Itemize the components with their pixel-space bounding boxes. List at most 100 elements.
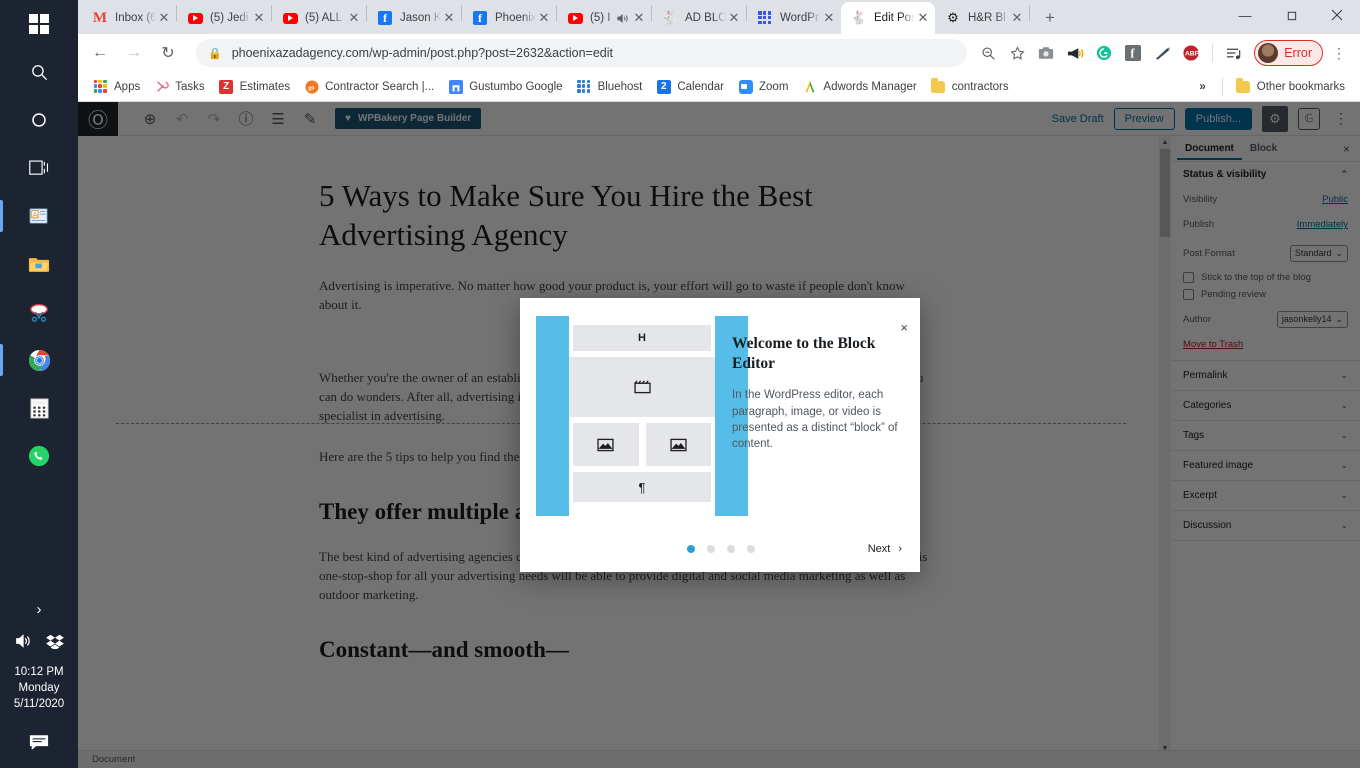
tab-title: Edit Pos bbox=[874, 12, 915, 24]
tab-close-icon[interactable]: ✕ bbox=[441, 10, 457, 26]
screenshot-extension-icon[interactable] bbox=[1033, 40, 1059, 66]
page-dot-4[interactable] bbox=[747, 545, 755, 553]
close-window-button[interactable] bbox=[1314, 0, 1360, 30]
dropbox-icon[interactable] bbox=[46, 633, 64, 654]
bookmark-calendar[interactable]: 2 Calendar bbox=[649, 76, 731, 97]
chrome-menu-icon[interactable]: ⋮ bbox=[1326, 40, 1352, 66]
illustration-columns bbox=[573, 423, 711, 466]
bookmark-bluehost[interactable]: Bluehost bbox=[570, 76, 650, 97]
bookmark-contractor-search[interactable]: go Contractor Search |... bbox=[297, 76, 441, 97]
page-dot-2[interactable] bbox=[707, 545, 715, 553]
bookmark-label: Other bookmarks bbox=[1256, 80, 1345, 93]
task-view-icon[interactable] bbox=[0, 144, 78, 192]
back-button[interactable]: ← bbox=[86, 39, 114, 67]
page-dot-1[interactable] bbox=[687, 545, 695, 553]
bookmark-other-bookmarks[interactable]: Other bookmarks bbox=[1229, 76, 1352, 97]
tab-title: (5) I bbox=[590, 12, 611, 24]
bookmark-gustumbo-google[interactable]: Gustumbo Google bbox=[441, 76, 569, 97]
facebook-extension-icon[interactable]: f bbox=[1120, 40, 1146, 66]
taskbar-clock[interactable]: 10:12 PM Monday 5/11/2020 bbox=[14, 660, 64, 722]
tab-close-icon[interactable]: ✕ bbox=[346, 10, 362, 26]
page-dot-3[interactable] bbox=[727, 545, 735, 553]
browser-tab[interactable]: ⚙ H&R Bl ✕ bbox=[935, 2, 1029, 34]
page-indicator-dots bbox=[687, 545, 755, 553]
bookmark-folder-contractors[interactable]: contractors bbox=[924, 76, 1016, 97]
chrome-icon[interactable] bbox=[0, 336, 78, 384]
address-bar[interactable]: 🔒 phoenixazadagency.com/wp-admin/post.ph… bbox=[196, 39, 968, 67]
bookmark-adwords-manager[interactable]: Adwords Manager bbox=[795, 76, 923, 97]
zoom-out-icon[interactable] bbox=[975, 40, 1001, 66]
site-favicon: 🐇 bbox=[850, 10, 868, 25]
lastpass-extension-icon[interactable] bbox=[1149, 40, 1175, 66]
calculator-icon[interactable] bbox=[0, 384, 78, 432]
browser-tab[interactable]: (5) Jedi ✕ bbox=[177, 2, 271, 34]
tab-close-icon[interactable]: ✕ bbox=[156, 10, 172, 26]
svg-text:ABP: ABP bbox=[1185, 51, 1199, 58]
forward-button[interactable]: → bbox=[120, 39, 148, 67]
bookmark-star-icon[interactable] bbox=[1004, 40, 1030, 66]
tray-overflow-icon[interactable]: › bbox=[0, 592, 78, 626]
browser-tab[interactable]: (5) ALL ✕ bbox=[272, 2, 366, 34]
clock-day: Monday bbox=[18, 682, 60, 694]
search-icon[interactable] bbox=[0, 48, 78, 96]
notification-icon[interactable] bbox=[0, 722, 78, 762]
folder-icon bbox=[931, 77, 946, 94]
tasks-icon bbox=[154, 79, 169, 94]
browser-tab[interactable]: 🐇 AD BLO ✕ bbox=[652, 2, 746, 34]
screen: A › 10:12 PM Monday 5/11/2020 M Inbox (6… bbox=[0, 0, 1360, 768]
illustration-image-block bbox=[645, 423, 711, 466]
toolbar-divider bbox=[1212, 44, 1214, 62]
new-tab-button[interactable]: + bbox=[1036, 4, 1064, 32]
tray-icons bbox=[0, 626, 78, 660]
bookmark-label: Zoom bbox=[759, 80, 789, 93]
tab-close-icon[interactable]: ✕ bbox=[631, 10, 647, 26]
browser-tab[interactable]: (5) I ✕ bbox=[557, 2, 651, 34]
bookmarks-overflow-button[interactable]: » bbox=[1189, 81, 1215, 93]
bookmark-label: Calendar bbox=[677, 80, 724, 93]
next-button[interactable]: Next › bbox=[868, 543, 902, 555]
bookmark-label: Gustumbo Google bbox=[469, 80, 563, 93]
browser-tab-active[interactable]: 🐇 Edit Pos ✕ bbox=[841, 2, 935, 34]
bookmark-label: Bluehost bbox=[597, 80, 643, 93]
profile-error-button[interactable]: Error bbox=[1254, 40, 1323, 66]
media-list-icon[interactable] bbox=[1221, 40, 1247, 66]
grammarly-extension-icon[interactable] bbox=[1091, 40, 1117, 66]
start-button[interactable] bbox=[0, 0, 78, 48]
browser-toolbar: ← → ↻ 🔒 phoenixazadagency.com/wp-admin/p… bbox=[78, 34, 1360, 72]
tab-close-icon[interactable]: ✕ bbox=[726, 10, 742, 26]
tab-close-icon[interactable]: ✕ bbox=[251, 10, 267, 26]
browser-tab[interactable]: f Phoenix ✕ bbox=[462, 2, 556, 34]
tab-close-icon[interactable]: ✕ bbox=[1009, 10, 1025, 26]
bookmark-apps[interactable]: Apps bbox=[86, 76, 147, 97]
megaphone-extension-icon[interactable] bbox=[1062, 40, 1088, 66]
tab-close-icon[interactable]: ✕ bbox=[821, 10, 837, 26]
reload-button[interactable]: ↻ bbox=[154, 39, 182, 67]
tab-title: H&R Bl bbox=[968, 12, 1006, 24]
tab-close-icon[interactable]: ✕ bbox=[536, 10, 552, 26]
browser-tab[interactable]: WordPr ✕ bbox=[747, 2, 841, 34]
bookmark-estimates[interactable]: Z Estimates bbox=[212, 76, 298, 97]
browser-tab[interactable]: f Jason K ✕ bbox=[367, 2, 461, 34]
close-icon[interactable]: × bbox=[900, 320, 908, 335]
adblock-plus-extension-icon[interactable]: ABP bbox=[1178, 40, 1204, 66]
tab-close-icon[interactable]: ✕ bbox=[915, 10, 931, 26]
news-app-icon[interactable]: A bbox=[0, 192, 78, 240]
maximize-button[interactable] bbox=[1268, 0, 1314, 30]
bookmark-label: contractors bbox=[951, 80, 1009, 93]
toolbar-actions: f ABP Error ⋮ bbox=[975, 40, 1352, 66]
bookmark-zoom[interactable]: Zoom bbox=[731, 76, 795, 97]
youtube-icon bbox=[567, 10, 583, 26]
browser-tab[interactable]: M Inbox (6 ✕ bbox=[82, 2, 176, 34]
cortana-icon[interactable] bbox=[0, 96, 78, 144]
zoho-icon: Z bbox=[219, 79, 234, 94]
snipping-tool-icon[interactable] bbox=[0, 288, 78, 336]
tab-title: Phoenix bbox=[495, 12, 536, 24]
bookmark-tasks[interactable]: Tasks bbox=[147, 76, 211, 97]
minimize-button[interactable]: — bbox=[1222, 0, 1268, 30]
volume-icon[interactable] bbox=[14, 633, 32, 654]
file-explorer-icon[interactable] bbox=[0, 240, 78, 288]
tab-audio-icon[interactable] bbox=[615, 10, 631, 26]
tab-separator bbox=[1029, 5, 1030, 21]
whatsapp-icon[interactable] bbox=[0, 432, 78, 480]
bookmarks-bar: Apps Tasks Z Estimates go Contractor Sea… bbox=[78, 72, 1360, 102]
